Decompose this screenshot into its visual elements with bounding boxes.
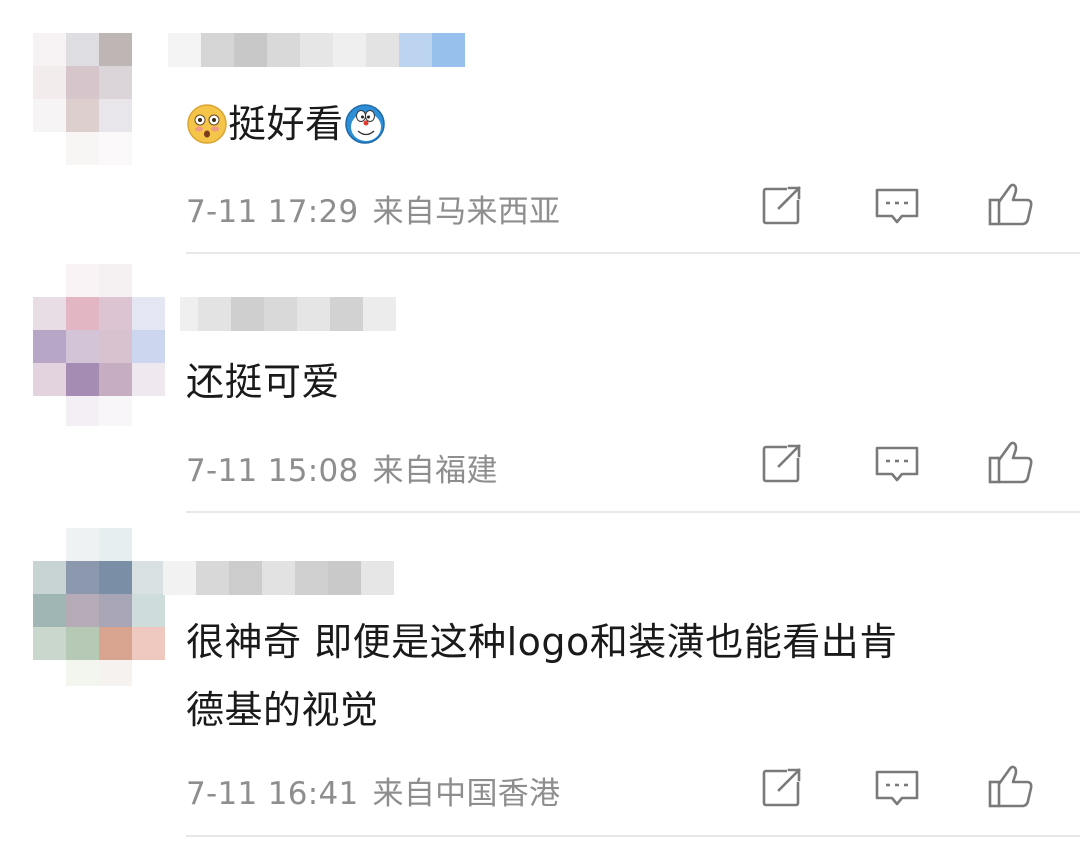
share-icon[interactable] — [757, 438, 809, 490]
divider — [186, 511, 1080, 513]
divider — [186, 252, 1080, 254]
divider — [186, 835, 1080, 837]
username-censored[interactable] — [163, 561, 398, 595]
comment-text: 挺好看 — [186, 90, 1020, 158]
like-icon[interactable] — [985, 178, 1037, 230]
avatar[interactable] — [33, 264, 165, 426]
reply-icon[interactable] — [871, 762, 923, 814]
flushed-face-emoji — [186, 98, 228, 144]
comment-meta: 7-11 15:08 来自福建 — [186, 445, 498, 490]
comment-text: 还挺可爱 — [186, 360, 341, 404]
comment-location: 来自中国香港 — [372, 776, 561, 812]
comment-location: 来自福建 — [372, 453, 498, 489]
comment-text: 很神奇 即便是这种logo和装潢也能看出肯 德基的视觉 — [186, 608, 1020, 744]
share-icon[interactable] — [757, 762, 809, 814]
reply-icon[interactable] — [871, 180, 923, 232]
username-censored[interactable] — [180, 297, 398, 331]
comment-text-line: 德基的视觉 — [186, 688, 379, 732]
like-icon[interactable] — [985, 760, 1037, 812]
comment-text-line: 很神奇 即便是这种logo和装潢也能看出肯 — [186, 620, 898, 664]
doraemon-emoji — [344, 98, 386, 144]
username-censored[interactable] — [168, 33, 468, 67]
comment-time: 7-11 16:41 — [186, 776, 359, 812]
comment-meta: 7-11 17:29 来自马来西亚 — [186, 186, 560, 231]
like-icon[interactable] — [985, 436, 1037, 488]
reply-icon[interactable] — [871, 438, 923, 490]
comment-meta: 7-11 16:41 来自中国香港 — [186, 768, 560, 813]
comment-time: 7-11 17:29 — [186, 194, 359, 230]
avatar[interactable] — [33, 528, 165, 686]
comment-location: 来自马来西亚 — [372, 194, 561, 230]
comment-time: 7-11 15:08 — [186, 453, 359, 489]
share-icon[interactable] — [757, 180, 809, 232]
avatar[interactable] — [33, 33, 163, 165]
